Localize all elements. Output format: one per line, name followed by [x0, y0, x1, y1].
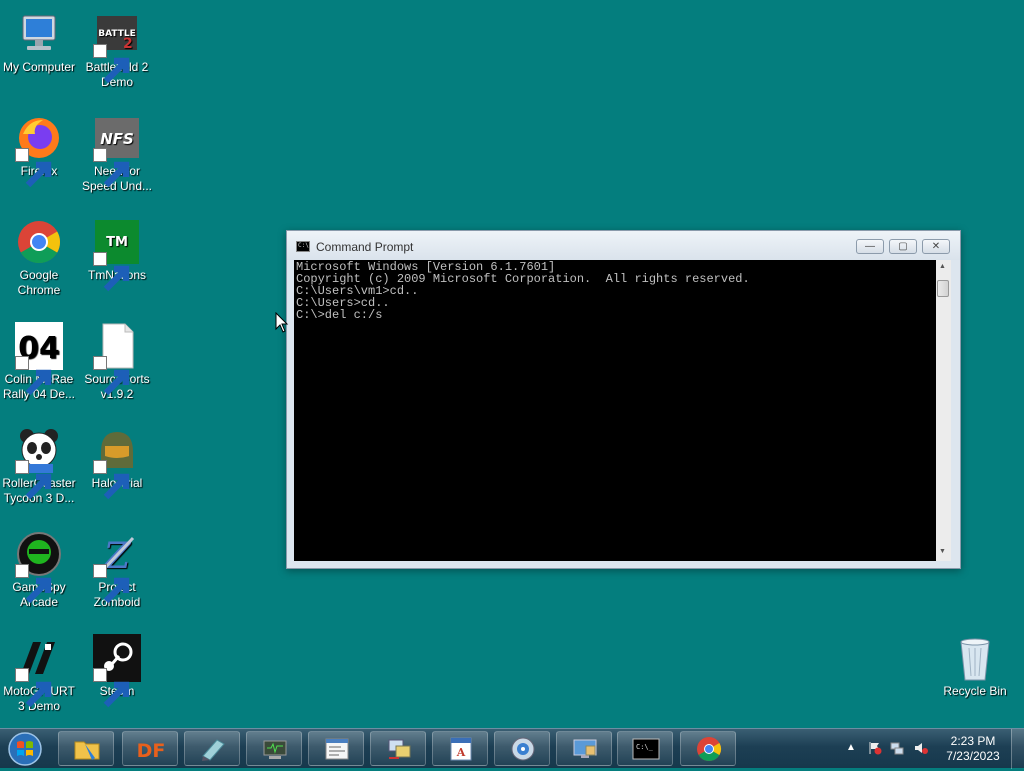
console-line: C:\>del c:/s: [296, 308, 383, 322]
desktop-icon-sourceforts[interactable]: SourceForts v1.9.2: [77, 322, 157, 402]
shortcut-arrow-icon: [15, 148, 52, 188]
desktop-icon-rollercoaster-tycoon[interactable]: RollerCoaster Tycoon 3 D...: [0, 426, 79, 506]
notepad-pen-icon: [199, 736, 227, 762]
taskbar-item-explorer[interactable]: [58, 731, 114, 766]
taskbar-item-network[interactable]: [370, 731, 426, 766]
df-app-icon: DF: [137, 736, 165, 762]
console-line: C:\Users\vm1>cd..: [296, 284, 419, 298]
desktop-icon-google-chrome[interactable]: Google Chrome: [0, 218, 79, 298]
taskbar-item-dvd[interactable]: [494, 731, 550, 766]
svg-text:A: A: [456, 746, 466, 759]
show-desktop-button[interactable]: [1011, 729, 1024, 769]
taskbar-clock[interactable]: 2:23 PM 7/23/2023: [940, 734, 1006, 764]
scroll-up-arrow-icon[interactable]: ▲: [939, 263, 946, 270]
explorer-folder-icon: [73, 736, 101, 762]
desktop-icon-colin-mcrae[interactable]: 04 Colin McRae Rally 04 De...: [0, 322, 79, 402]
steam-icon: [93, 634, 141, 708]
command-prompt-icon: C:\_: [632, 736, 660, 762]
shortcut-arrow-icon: [15, 356, 52, 396]
taskbar-item-device-manager[interactable]: [246, 731, 302, 766]
clock-time: 2:23 PM: [950, 734, 996, 748]
taskbar-item-df[interactable]: DF: [122, 731, 178, 766]
recycle-bin-icon: [951, 634, 999, 682]
gamespy-icon: [15, 530, 63, 604]
network-icon[interactable]: [890, 741, 904, 755]
chrome-icon: [15, 218, 63, 266]
desktop-icon-battlefield-2-demo[interactable]: BATTLE 2 Battlefield 2 Demo: [77, 10, 157, 90]
shortcut-arrow-icon: [93, 252, 130, 292]
panda-icon: [15, 426, 63, 500]
document-window-icon: [323, 736, 351, 762]
desktop-icon-gamespy-arcade[interactable]: GameSpy Arcade: [0, 530, 79, 610]
taskbar-item-chrome[interactable]: [680, 731, 736, 766]
desktop-icon-tmnations[interactable]: TM TmNations: [77, 218, 157, 292]
shortcut-arrow-icon: [93, 44, 130, 84]
command-prompt-icon: C:\: [296, 241, 310, 252]
shortcut-arrow-icon: [93, 460, 130, 500]
desktop-icon-recycle-bin[interactable]: Recycle Bin: [935, 634, 1015, 699]
colin-mcrae-icon: 04: [15, 322, 63, 396]
shortcut-arrow-icon: [15, 564, 52, 604]
desktop-icon-my-computer[interactable]: My Computer: [0, 10, 79, 75]
system-tray: ▲ 2:23 PM 7/23/2023: [840, 729, 1024, 769]
shortcut-arrow-icon: [15, 668, 52, 708]
scrollbar-thumb[interactable]: [937, 280, 949, 297]
maximize-button[interactable]: ▢: [889, 239, 917, 254]
taskbar-item-remote-desktop[interactable]: [556, 731, 612, 766]
remote-desktop-icon: [571, 736, 599, 762]
firefox-icon: [15, 114, 63, 188]
shortcut-arrow-icon: [15, 460, 52, 500]
start-button[interactable]: [6, 732, 44, 766]
desktop-icon-motogp[interactable]: MotoGP URT 3 Demo: [0, 634, 79, 714]
wordpad-icon: A: [447, 736, 475, 762]
shortcut-arrow-icon: [93, 148, 130, 188]
action-center-flag-icon[interactable]: [868, 741, 882, 755]
desktop-icon-steam[interactable]: Steam: [77, 634, 157, 708]
windows-orb-icon: [8, 732, 42, 766]
shortcut-arrow-icon: [93, 668, 130, 708]
computer-icon: [15, 10, 63, 58]
desktop-icon-firefox[interactable]: Firefox: [0, 114, 79, 188]
desktop-icon-project-zomboid[interactable]: Z Project Zomboid: [77, 530, 157, 610]
minimize-button[interactable]: —: [856, 239, 884, 254]
window-title: Command Prompt: [316, 240, 414, 254]
shortcut-arrow-icon: [93, 564, 130, 604]
tmnations-icon: TM: [93, 218, 141, 292]
dvd-disc-icon: [509, 736, 537, 762]
window-titlebar[interactable]: C:\ Command Prompt — ▢ ✕: [287, 231, 960, 260]
clock-date: 7/23/2023: [946, 749, 1000, 763]
battlefield-icon: BATTLE 2: [93, 10, 141, 84]
show-hidden-icons-icon[interactable]: ▲: [846, 742, 860, 756]
desktop-icon-need-for-speed[interactable]: NFS Need for Speed Und...: [77, 114, 157, 194]
nfs-icon: NFS: [93, 114, 141, 188]
svg-text:TM: TM: [106, 235, 128, 250]
scroll-down-arrow-icon[interactable]: ▼: [939, 548, 946, 555]
df-app-label: DF: [137, 740, 165, 762]
project-zomboid-icon: Z: [93, 530, 141, 604]
taskbar-item-notepad[interactable]: [184, 731, 240, 766]
console-line: C:\Users>cd..: [296, 296, 390, 310]
taskbar-item-document[interactable]: [308, 731, 364, 766]
console-output[interactable]: Microsoft Windows [Version 6.1.7601] Copy…: [294, 260, 936, 561]
desktop-icon-halo-trial[interactable]: Halo Trial: [77, 426, 157, 500]
device-manager-icon: [261, 736, 289, 762]
mouse-pointer-icon: [275, 312, 289, 333]
close-button[interactable]: ✕: [922, 239, 950, 254]
taskbar: DF A C:\_ ▲ 2:23 PM 7/23/2023: [0, 728, 1024, 769]
blank-file-icon: [93, 322, 141, 396]
vertical-scrollbar[interactable]: ▲ ▼: [936, 260, 951, 561]
taskbar-item-command-prompt[interactable]: C:\_: [617, 731, 673, 766]
command-prompt-glyph: C:\_: [636, 743, 654, 751]
svg-text:NFS: NFS: [100, 130, 134, 148]
command-prompt-window[interactable]: C:\ Command Prompt — ▢ ✕ Microsoft Windo…: [286, 230, 961, 569]
motogp-icon: [15, 634, 63, 708]
shortcut-arrow-icon: [93, 356, 130, 396]
chrome-icon: [695, 736, 723, 762]
volume-muted-icon[interactable]: [914, 741, 928, 755]
network-setup-icon: [385, 736, 413, 762]
taskbar-item-wordpad[interactable]: A: [432, 731, 488, 766]
halo-helmet-icon: [93, 426, 141, 500]
